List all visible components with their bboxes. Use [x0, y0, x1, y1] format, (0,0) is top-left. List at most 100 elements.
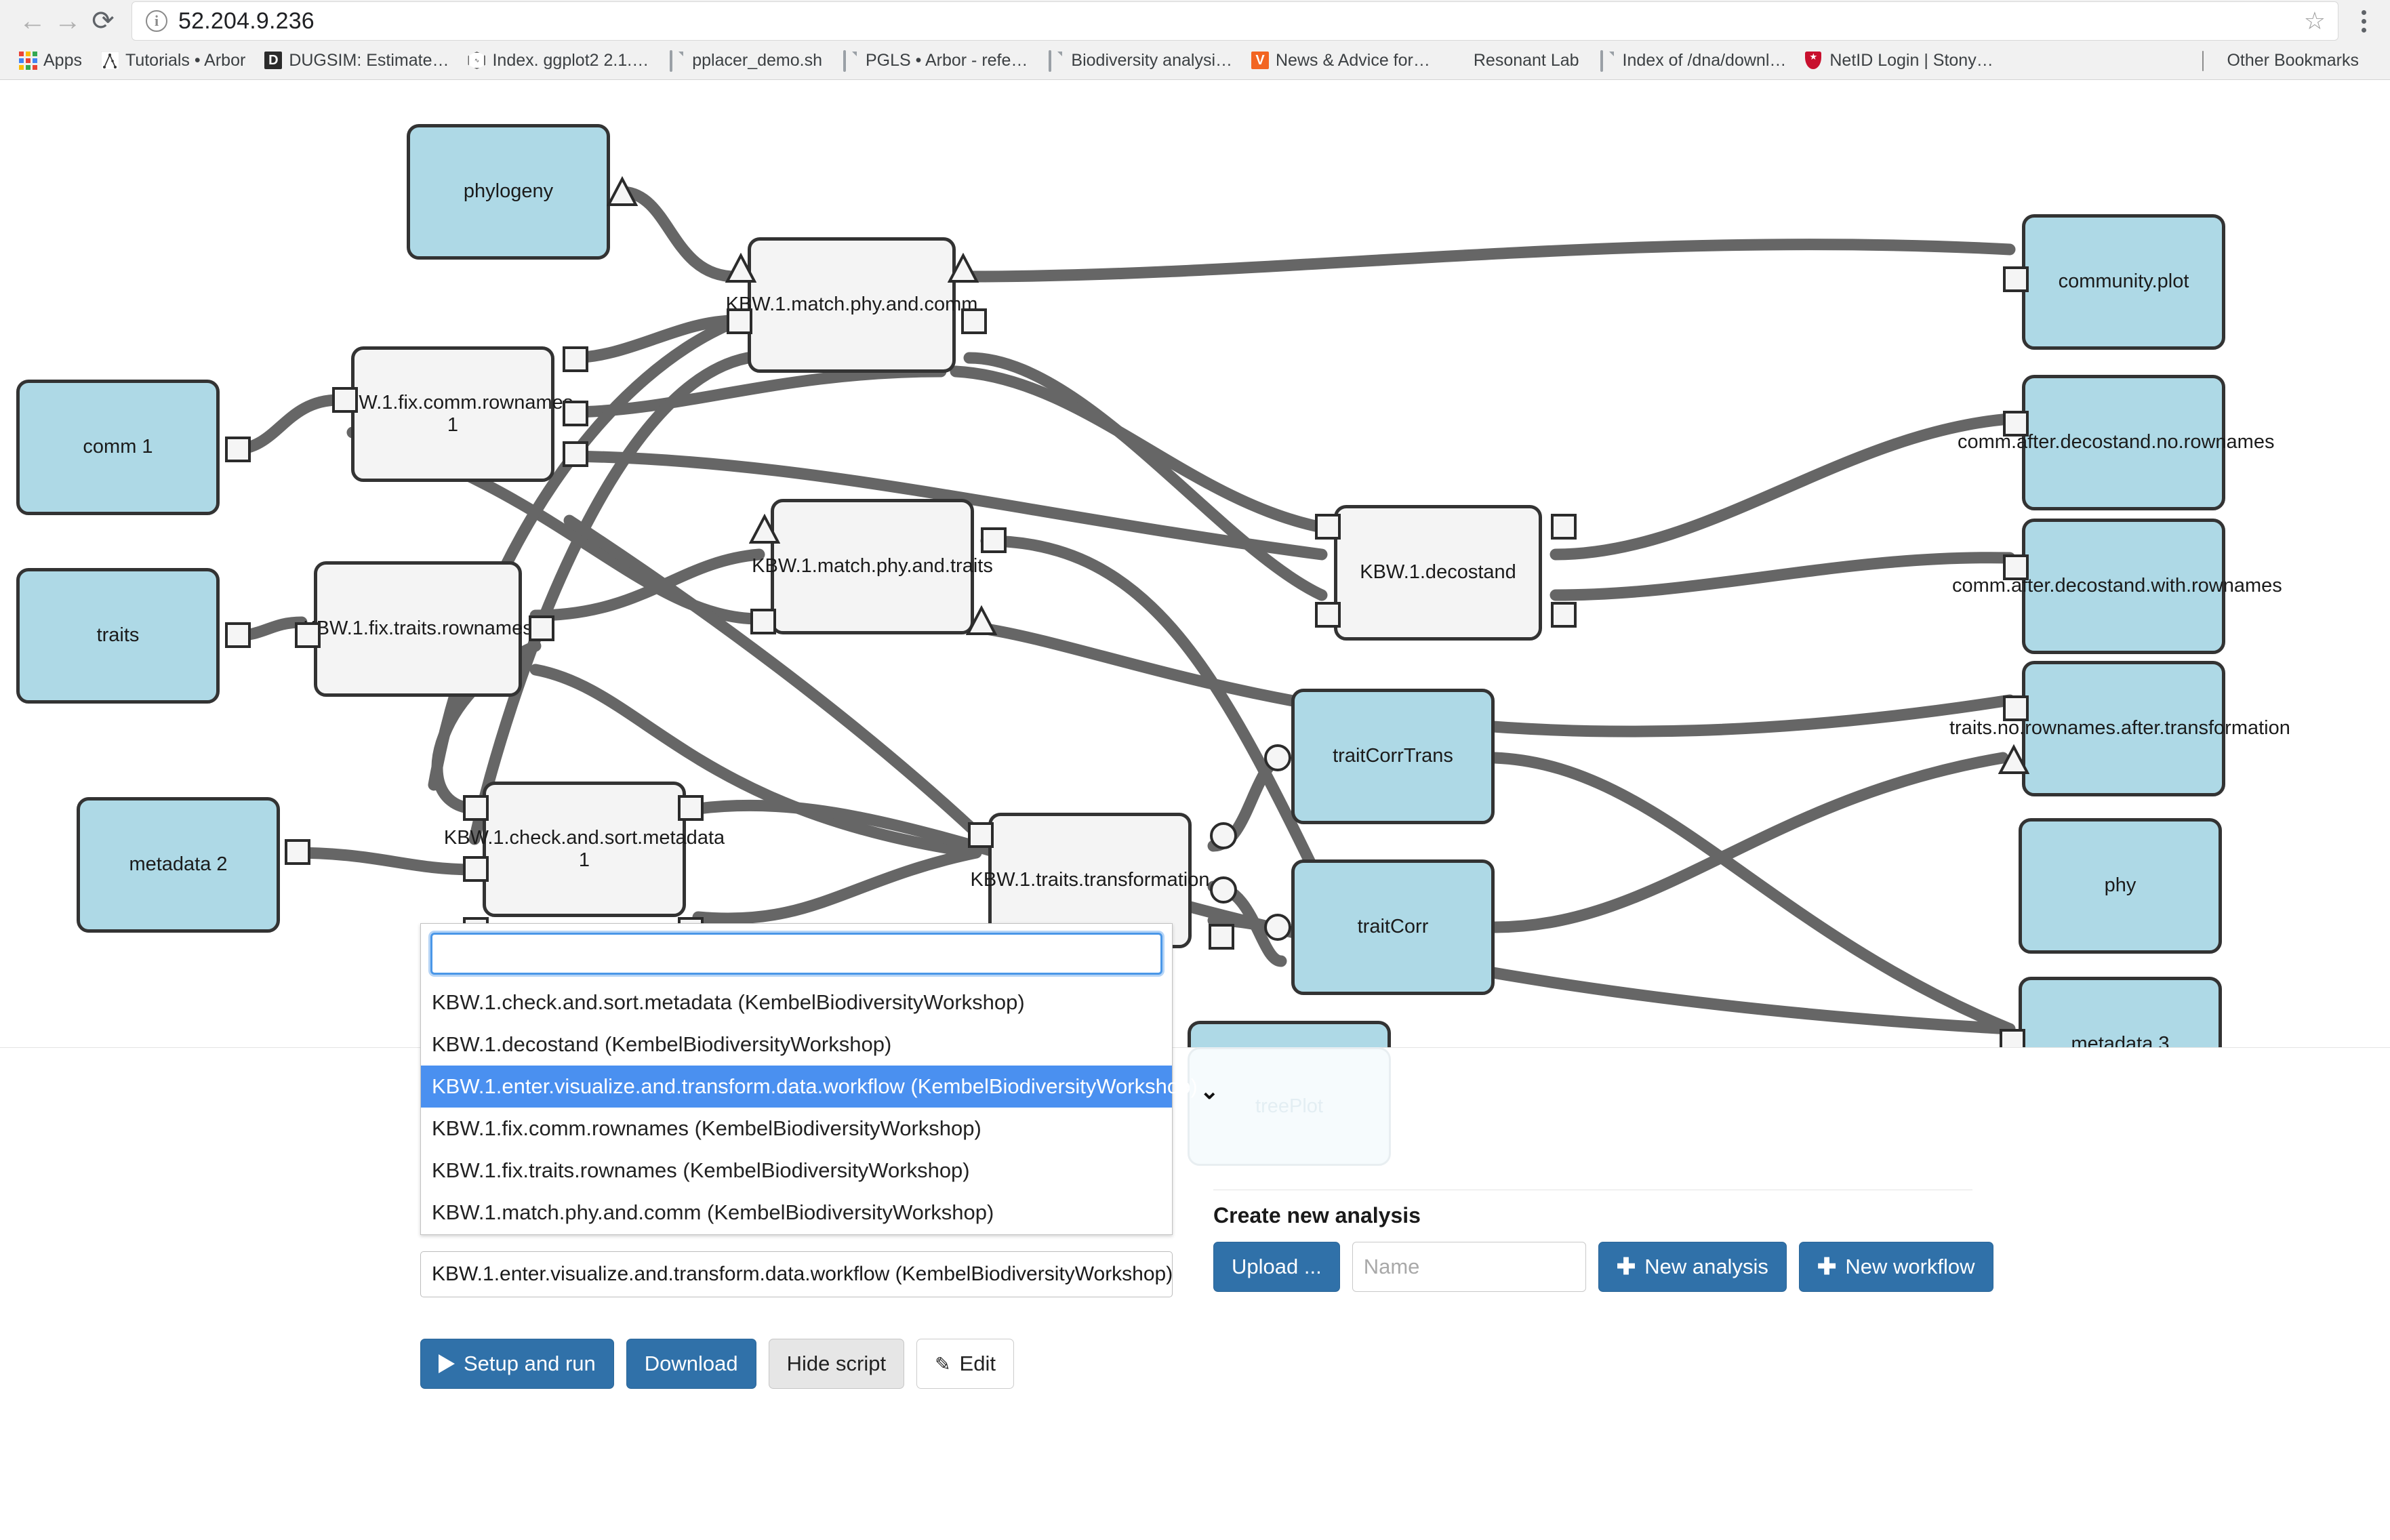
node-comm-after-decostand-with-rownames[interactable]: comm.after.decostand.with.rownames — [1952, 519, 2282, 654]
port-phylogeny-out[interactable] — [607, 176, 638, 206]
port-decostand-out-1[interactable] — [1551, 514, 1577, 540]
hide-script-button[interactable]: Hide script — [768, 1339, 905, 1389]
node-kbw-decostand[interactable]: KBW.1.decostand — [1334, 505, 1542, 641]
workflow-select[interactable]: KBW.1.enter.visualize.and.transform.data… — [420, 1251, 1173, 1297]
port-checksort-in-2[interactable] — [463, 856, 489, 882]
autocomplete-option[interactable]: KBW.1.decostand (KembelBiodiversityWorks… — [421, 1024, 1172, 1066]
node-phy[interactable]: phy — [2019, 818, 2222, 954]
bookmark-resonant-lab[interactable]: Resonant Lab — [1440, 46, 1589, 76]
edit-button[interactable]: ✎ Edit — [916, 1339, 1014, 1389]
treeplot-node[interactable]: treePlot — [1188, 1047, 1391, 1166]
node-phylogeny[interactable]: phylogeny — [407, 124, 610, 260]
bookmark-tutorials-arbor[interactable]: Tutorials • Arbor — [92, 46, 255, 76]
collapse-chevron-icon[interactable]: ⌄ — [1200, 1080, 1219, 1103]
reload-icon[interactable]: ⟳ — [85, 3, 121, 39]
node-traitcorrtrans[interactable]: traitCorrTrans — [1291, 689, 1495, 824]
port-traitcorr-in[interactable] — [1264, 914, 1291, 941]
autocomplete-option[interactable]: KBW.1.fix.comm.rownames (KembelBiodivers… — [421, 1108, 1172, 1150]
bookmark-index-dna-download[interactable]: Index of /dna/downl… — [1589, 46, 1796, 76]
port-traits-out[interactable] — [225, 622, 251, 648]
node-comm-1[interactable]: comm 1 — [16, 380, 220, 515]
bookmark-star-icon[interactable]: ☆ — [2304, 9, 2326, 33]
port-checksort-in-1[interactable] — [463, 795, 489, 821]
forward-icon[interactable]: → — [50, 3, 85, 39]
port-matchtraits-out[interactable] — [981, 527, 1007, 553]
autocomplete-option[interactable]: KBW.1.match.phy.and.comm (KembelBiodiver… — [421, 1192, 1172, 1234]
port-matchcomm-in-1[interactable] — [725, 253, 756, 283]
upload-button[interactable]: Upload ... — [1213, 1242, 1340, 1292]
port-matchtraits-in-tri[interactable] — [749, 514, 780, 544]
port-checksort-out-1[interactable] — [678, 795, 704, 821]
port-fixcomm-out-3[interactable] — [563, 441, 588, 467]
port-traitsnoRN-in[interactable] — [2003, 695, 2029, 721]
analysis-name-input[interactable] — [1352, 1242, 1586, 1292]
autocomplete-option-selected[interactable]: KBW.1.enter.visualize.and.transform.data… — [421, 1066, 1198, 1108]
document-icon — [1047, 50, 1065, 72]
port-traitstrans-out-3[interactable] — [1209, 924, 1234, 950]
port-traitstrans-out-2[interactable] — [1210, 876, 1237, 904]
bookmark-ggplot2[interactable]: ∿ Index. ggplot2 2.1.… — [458, 46, 658, 76]
workflow-canvas[interactable]: phylogeny comm 1 traits metadata 2 KBW.1… — [0, 80, 2390, 1047]
autocomplete-option[interactable]: KBW.1.check.and.sort.metadata (KembelBio… — [421, 981, 1172, 1024]
port-commwithRN-in[interactable] — [2003, 554, 2029, 580]
setup-and-run-button[interactable]: Setup and run — [420, 1339, 614, 1389]
node-traits-no-rownames-after-transformation[interactable]: traits.no.rownames.after.transformation — [1949, 661, 2290, 796]
port-comm1-out[interactable] — [225, 437, 251, 462]
address-bar[interactable]: i 52.204.9.236 ☆ — [131, 1, 2338, 41]
back-icon[interactable]: ← — [15, 3, 50, 39]
port-matchcomm-out-1[interactable] — [948, 253, 979, 283]
create-analysis-row: Upload ... ✚ New analysis ✚ New workflow — [1213, 1242, 1993, 1292]
port-communityplot-in[interactable] — [2003, 266, 2029, 292]
port-decostand-out-2[interactable] — [1551, 602, 1577, 628]
port-traitstrans-in-1[interactable] — [968, 822, 994, 848]
node-traitcorr[interactable]: traitCorr — [1291, 859, 1495, 995]
bookmark-pgls-arbor[interactable]: PGLS • Arbor - refe… — [832, 46, 1037, 76]
node-kbw-match-phy-and-traits[interactable]: KBW.1.match.phy.and.traits — [752, 499, 993, 634]
download-label: Download — [644, 1352, 738, 1375]
port-phy-in[interactable] — [1998, 744, 2029, 774]
port-matchcomm-in-2[interactable] — [727, 308, 752, 334]
port-matchcomm-out-2[interactable] — [961, 308, 987, 334]
port-matchtraits-out-tri[interactable] — [966, 605, 997, 635]
port-fixtraits-in[interactable] — [295, 622, 321, 648]
bookmark-news-advice[interactable]: V News & Advice for… — [1242, 46, 1440, 76]
node-community-plot[interactable]: community.plot — [2022, 214, 2225, 350]
other-bookmarks-button[interactable]: Other Bookmarks — [2193, 46, 2368, 76]
node-traits[interactable]: traits — [16, 568, 220, 704]
autocomplete-option[interactable]: KBW.1.fix.traits.rownames (KembelBiodive… — [421, 1150, 1172, 1192]
node-kbw-fix-traits-rownames[interactable]: KBW.1.fix.traits.rownames — [303, 561, 533, 697]
port-traitcorrtrans-in[interactable] — [1264, 744, 1291, 771]
browser-menu-icon[interactable] — [2352, 9, 2375, 33]
bookmark-netid-login[interactable]: ★ NetID Login | Stony… — [1796, 46, 2002, 76]
node-kbw-fix-comm-rownames[interactable]: KBW.1.fix.comm.rownames 1 — [333, 346, 573, 482]
new-analysis-button[interactable]: ✚ New analysis — [1598, 1242, 1787, 1292]
download-button[interactable]: Download — [626, 1339, 756, 1389]
port-fixtraits-out[interactable] — [529, 615, 554, 641]
bookmark-pplacer-demo[interactable]: pplacer_demo.sh — [658, 46, 832, 76]
port-metadata3-in[interactable] — [2000, 1029, 2025, 1047]
node-metadata-2[interactable]: metadata 2 — [77, 797, 280, 933]
port-decostand-in-2[interactable] — [1315, 602, 1341, 628]
bookmark-dugsim[interactable]: D DUGSIM: Estimate… — [255, 46, 458, 76]
bookmark-label: Tutorials • Arbor — [125, 51, 246, 70]
port-decostand-in-1[interactable] — [1315, 514, 1341, 540]
node-metadata-3[interactable]: metadata 3 — [2019, 977, 2222, 1047]
port-commnoRN-in[interactable] — [2003, 411, 2029, 437]
port-fixcomm-out-1[interactable] — [563, 346, 588, 372]
autocomplete-search-input[interactable] — [430, 933, 1162, 975]
site-info-icon[interactable]: i — [146, 10, 167, 32]
bookmark-apps[interactable]: Apps — [9, 46, 92, 76]
port-traitstrans-out-1[interactable] — [1210, 822, 1237, 849]
ggplot2-hex-icon: ∿ — [468, 52, 486, 70]
bookmark-biodiversity-analysis[interactable]: Biodiversity analysi… — [1037, 46, 1242, 76]
new-workflow-button[interactable]: ✚ New workflow — [1798, 1242, 1993, 1292]
node-kbw-check-and-sort-metadata[interactable]: KBW.1.check.and.sort.metadata 1 — [444, 782, 725, 917]
port-fixcomm-out-2[interactable] — [563, 401, 588, 426]
port-matchtraits-in[interactable] — [750, 609, 776, 634]
port-fixcomm-in[interactable] — [332, 387, 358, 413]
node-kbw-match-phy-and-comm[interactable]: KBW.1.match.phy.and.comm — [726, 237, 977, 373]
node-comm-after-decostand-no-rownames[interactable]: comm.after.decostand.no.rownames — [1958, 375, 2274, 510]
port-metadata2-out[interactable] — [285, 839, 310, 865]
workflow-autocomplete-popup[interactable]: KBW.1.check.and.sort.metadata (KembelBio… — [420, 923, 1198, 1235]
bookmark-label: Index. ggplot2 2.1.… — [492, 51, 649, 70]
